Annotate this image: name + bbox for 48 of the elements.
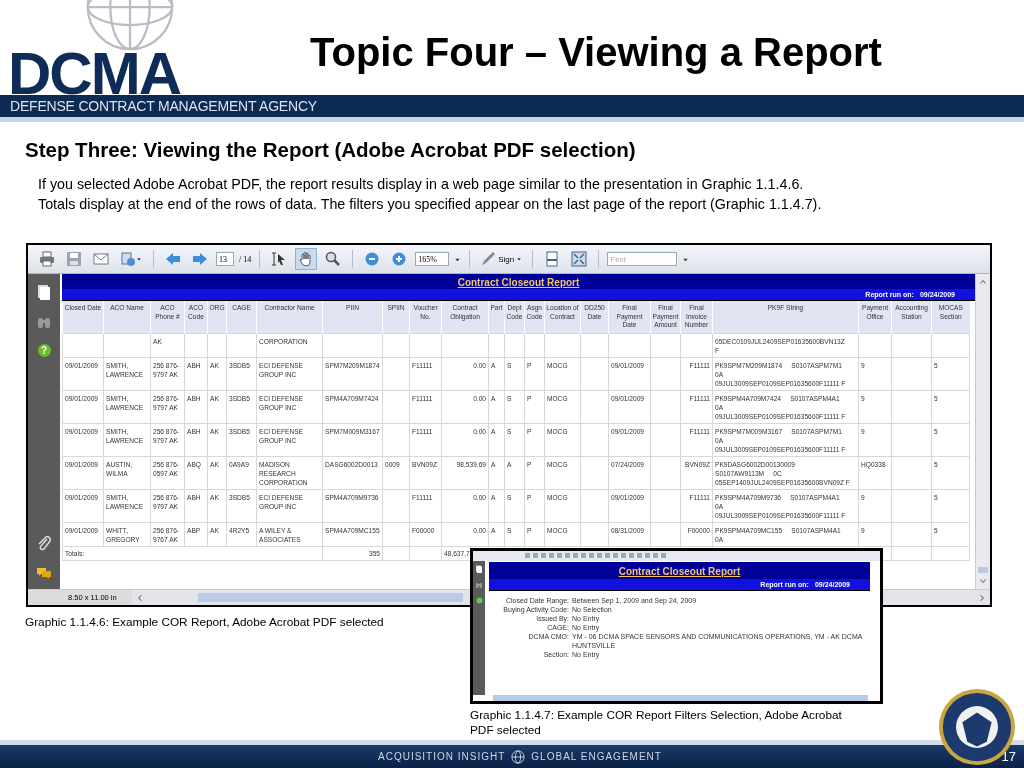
caret-icon bbox=[516, 256, 523, 262]
zoom-in-icon bbox=[391, 251, 408, 267]
binoculars-icon[interactable] bbox=[475, 581, 483, 589]
find-field[interactable]: Find bbox=[607, 252, 678, 266]
page-number-field[interactable]: 13 bbox=[216, 252, 234, 266]
page-number: 17 bbox=[1001, 749, 1016, 764]
status-icon[interactable] bbox=[475, 597, 483, 604]
body-text: If you selected Adobe Acrobat PDF, the report results display in a web page similar to the presentation in Graphic 1.1.4.6. bbox=[38, 175, 805, 194]
vertical-scrollbar[interactable] bbox=[975, 274, 990, 589]
report-title-link[interactable]: Contract Closeout Report bbox=[618, 566, 741, 577]
page-icon bbox=[544, 251, 561, 267]
figure-caption: Graphic 1.1.4.6: Example COR Report, Adobe Acrobat PDF selected bbox=[24, 615, 385, 631]
scrollbar-thumb[interactable] bbox=[978, 567, 988, 573]
body-text: Totals display at the end of the rows of data. The filters you specified appear on the last page of the report (Graphic 1.1.4.7). bbox=[38, 195, 823, 214]
logo-text: DCMA bbox=[8, 53, 180, 95]
page-total: / 14 bbox=[239, 254, 252, 264]
left-arrow-icon bbox=[165, 251, 181, 267]
share-icon bbox=[120, 251, 136, 267]
scroll-up-icon bbox=[979, 278, 987, 286]
slide-title: Topic Four – Viewing a Report bbox=[309, 29, 883, 76]
report-title-link[interactable]: Contract Closeout Report bbox=[457, 277, 580, 288]
horizontal-scrollbar[interactable] bbox=[493, 695, 868, 701]
toolbar-hand-button[interactable] bbox=[295, 248, 318, 270]
agency-name: DEFENSE CONTRACT MANAGEMENT AGENCY bbox=[10, 98, 317, 114]
scroll-down-icon bbox=[979, 577, 987, 585]
printer-icon bbox=[39, 251, 55, 267]
figure-caption: Graphic 1.1.4.7: Example COR Report Filters Selection, Adobe Acrobat PDF selected bbox=[470, 708, 843, 738]
footer-text: ACQUISITION INSIGHT bbox=[378, 751, 506, 762]
pages-icon[interactable] bbox=[475, 565, 483, 573]
footer-text: GLOBAL ENGAGEMENT bbox=[531, 751, 662, 762]
seal-icon bbox=[938, 688, 1016, 766]
pages-icon[interactable] bbox=[36, 284, 52, 300]
magnifier-icon bbox=[325, 251, 342, 267]
globe-icon bbox=[511, 749, 526, 764]
sign-button[interactable]: Sign bbox=[478, 251, 525, 267]
expand-icon bbox=[571, 251, 588, 267]
paperclip-icon[interactable] bbox=[36, 535, 52, 551]
scrollbar-thumb[interactable] bbox=[198, 593, 463, 602]
pen-icon bbox=[480, 251, 497, 267]
zoom-dropdown[interactable]: 165% bbox=[415, 252, 450, 266]
scroll-right-icon bbox=[978, 593, 986, 602]
zoom-out-icon bbox=[364, 251, 381, 267]
speech-bubbles-icon[interactable] bbox=[36, 565, 52, 581]
scroll-left-icon bbox=[136, 593, 144, 602]
section-heading: Step Three: Viewing the Report (Adobe Acrobat PDF selection) bbox=[25, 138, 637, 162]
right-arrow-icon bbox=[192, 251, 208, 267]
envelope-icon bbox=[93, 251, 109, 267]
caret-icon bbox=[136, 256, 142, 262]
